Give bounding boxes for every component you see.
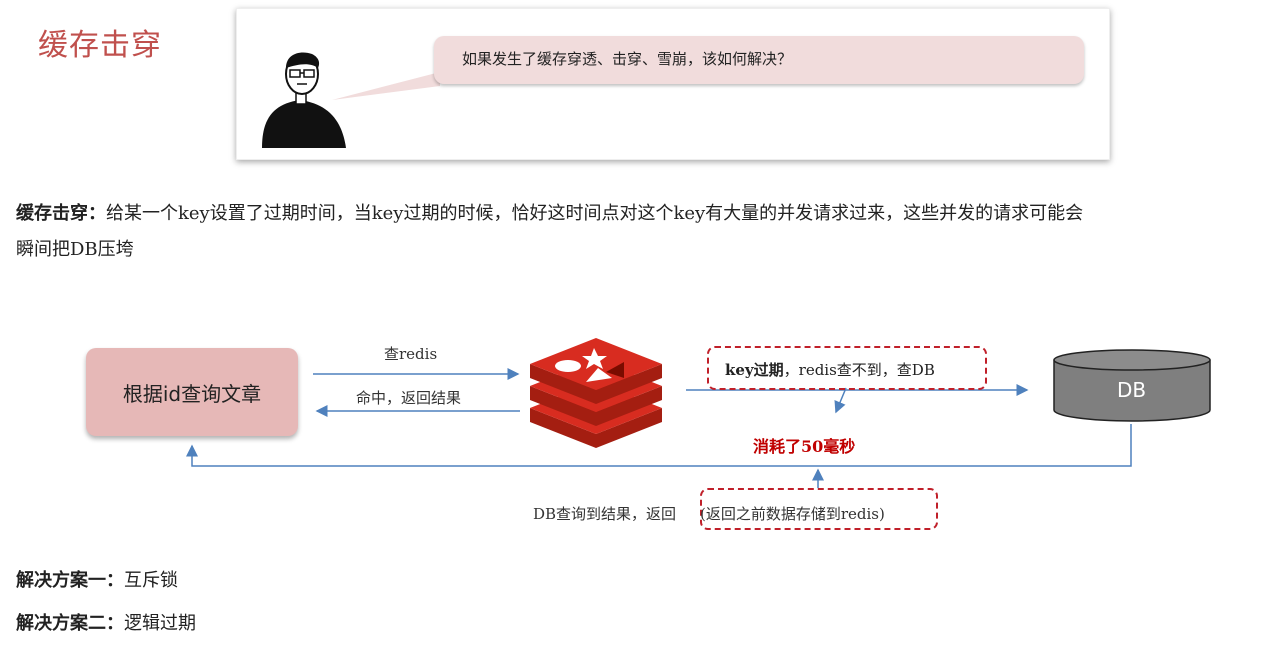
store-redis-text: (返回之前数据存储到redis) (700, 505, 885, 523)
query-article-box: 根据id查询文章 (86, 348, 298, 436)
redis-icon (530, 338, 662, 448)
db-return-text: DB查询到结果，返回 (533, 505, 677, 523)
hit-return-label: 命中，返回结果 (356, 389, 462, 407)
solution-two-text: 逻辑过期 (124, 613, 196, 634)
key-expired-bold: key过期 (725, 361, 784, 379)
solution-two-label: 解决方案二： (16, 613, 124, 634)
solution-one-text: 互斥锁 (124, 570, 178, 591)
solution-one: 解决方案一：互斥锁 (16, 566, 178, 592)
cost-pointer-arrow (834, 387, 847, 414)
diagram-arrows (186, 368, 1132, 488)
cost-label: 消耗了50毫秒 (753, 437, 856, 456)
db-label: DB (1117, 378, 1147, 402)
solution-one-label: 解决方案一： (16, 570, 124, 591)
key-expired-text: key过期，redis查不到，查DB (725, 359, 935, 380)
key-expired-rest: ，redis查不到，查DB (783, 361, 935, 379)
query-redis-label: 查redis (384, 345, 438, 363)
solution-two: 解决方案二：逻辑过期 (16, 609, 196, 635)
